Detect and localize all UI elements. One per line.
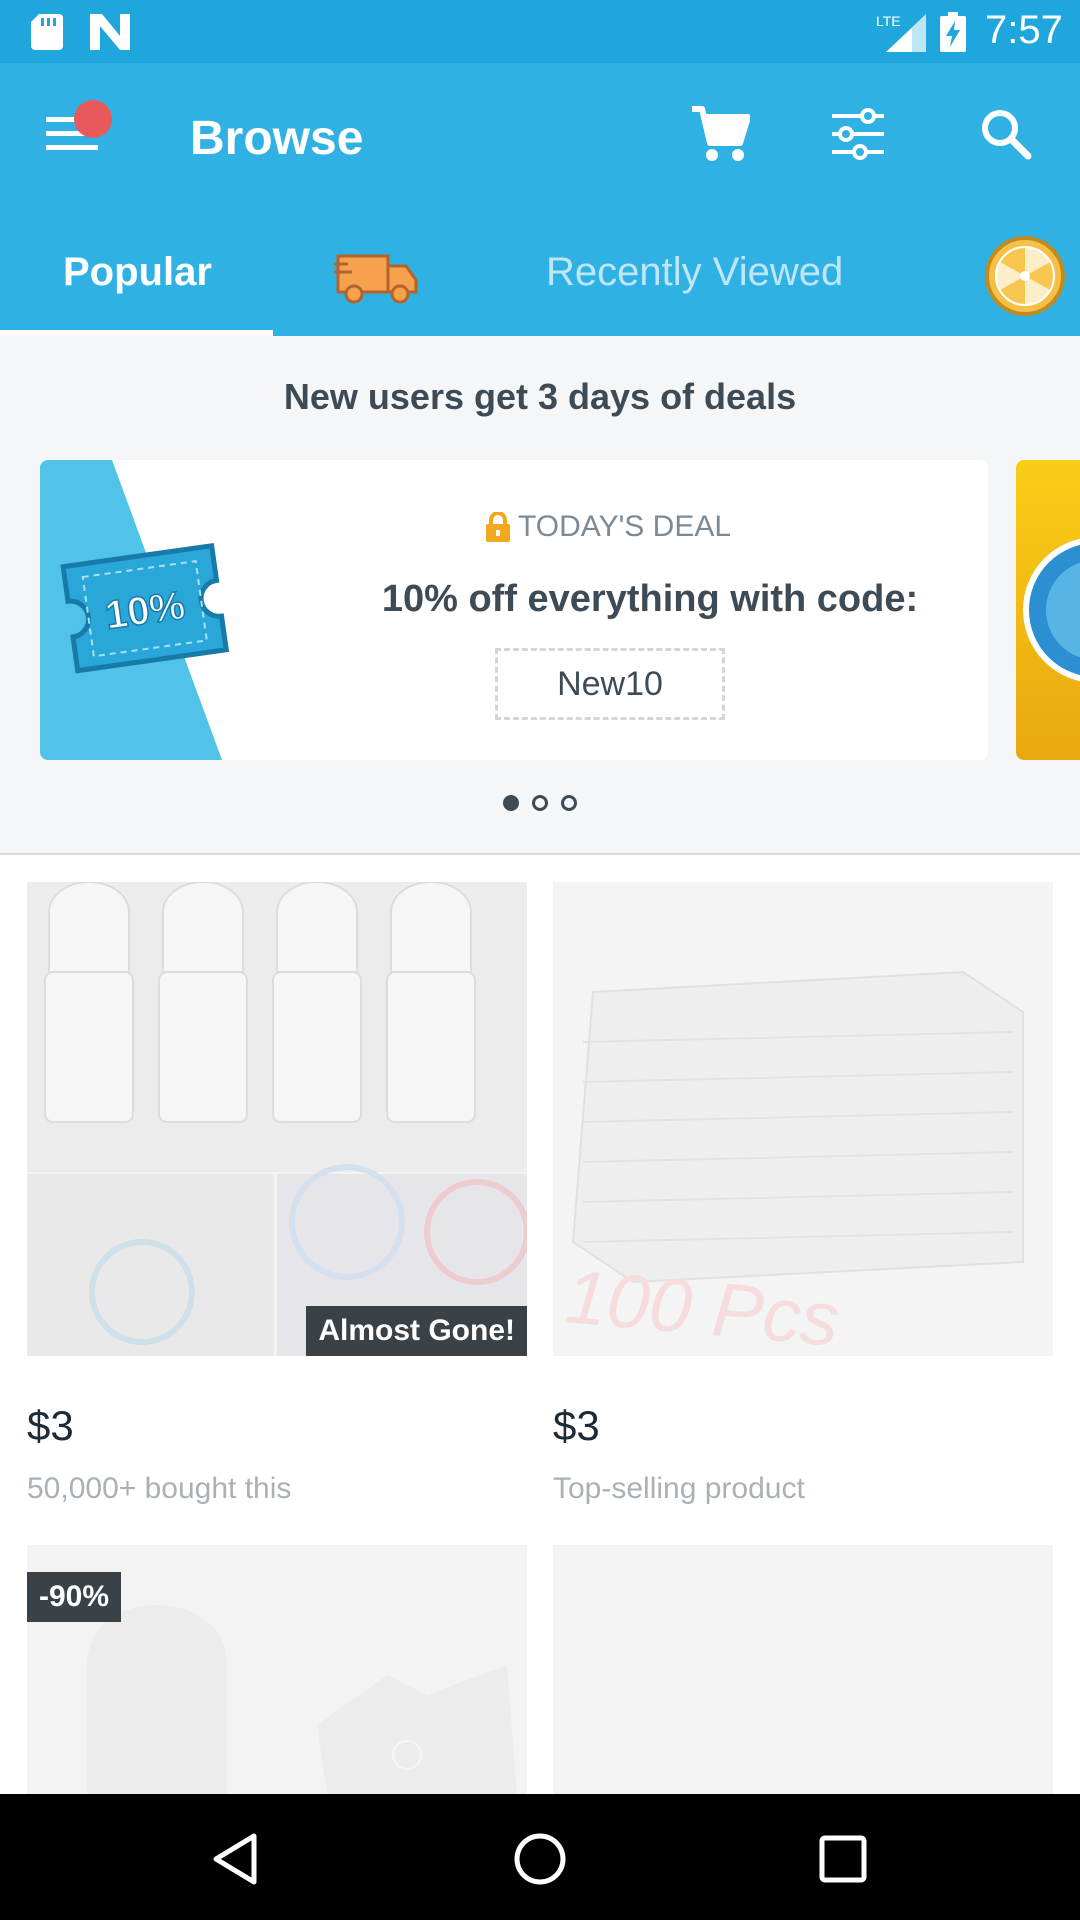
tab-recently-viewed[interactable]: Recently Viewed xyxy=(546,250,843,295)
product-card-2[interactable]: 100 Pcs $3 Top-selling product xyxy=(553,882,1053,1512)
menu-button[interactable] xyxy=(46,100,112,161)
lock-icon xyxy=(486,512,510,542)
product-card-1[interactable]: Almost Gone! $3 50,000+ bought this xyxy=(27,882,527,1512)
deal-description: 10% off everything with code: xyxy=(381,578,919,620)
carousel-dot-1[interactable] xyxy=(503,795,519,811)
system-nav-bar xyxy=(0,1794,1080,1920)
carousel-dot-3[interactable] xyxy=(561,795,577,811)
notification-n-icon xyxy=(90,14,130,50)
app-bar: Browse xyxy=(0,63,1080,210)
discount-badge: -90% xyxy=(27,1572,122,1622)
deal-label-text: TODAY'S DEAL xyxy=(518,510,732,543)
back-icon[interactable] xyxy=(210,1832,260,1886)
promo-code[interactable]: New10 xyxy=(495,648,725,720)
product-subtitle-2: Top-selling product xyxy=(553,1472,805,1505)
filter-sliders-icon xyxy=(832,108,884,160)
battery-charging-icon xyxy=(940,12,966,52)
product-image-4[interactable] xyxy=(553,1545,1053,1795)
next-deal-card[interactable] xyxy=(1016,460,1080,760)
product-image-1[interactable]: Almost Gone! xyxy=(27,882,527,1356)
recents-icon[interactable] xyxy=(818,1832,868,1886)
sd-card-icon xyxy=(31,14,63,50)
deal-label: TODAY'S DEAL xyxy=(486,510,731,544)
home-icon[interactable] xyxy=(513,1832,567,1886)
almost-gone-badge: Almost Gone! xyxy=(306,1306,527,1356)
cart-icon xyxy=(692,106,751,161)
deal-card[interactable]: 10% TODAY'S DEAL 10% off everything with… xyxy=(40,460,988,760)
carousel-dots xyxy=(503,795,577,811)
status-bar: LTE 7:57 xyxy=(0,0,1080,63)
promo-heading: New users get 3 days of deals xyxy=(283,376,797,417)
status-time: 7:57 xyxy=(985,8,1063,52)
active-tab-indicator xyxy=(0,330,273,336)
search-icon xyxy=(982,110,1032,160)
carousel-dot-2[interactable] xyxy=(532,795,548,811)
signal-lte-icon: LTE xyxy=(876,13,926,52)
product-price-1: $3 xyxy=(27,1402,74,1449)
notification-dot xyxy=(74,100,112,138)
product-price-2: $3 xyxy=(553,1402,600,1449)
search-button[interactable] xyxy=(980,108,1032,165)
prize-wheel-icon[interactable] xyxy=(985,236,1065,321)
product-card-4[interactable] xyxy=(553,1545,1053,1795)
product-image-2[interactable]: 100 Pcs xyxy=(553,882,1053,1356)
lte-label: LTE xyxy=(876,13,901,29)
cart-button[interactable] xyxy=(690,105,751,168)
fast-shipping-truck-icon[interactable] xyxy=(334,250,420,311)
page-title: Browse xyxy=(190,112,364,165)
product-image-3[interactable]: -90% xyxy=(27,1545,527,1795)
tab-bar: Popular Recently Viewed xyxy=(0,210,1080,336)
coupon-ticket-icon: 10% xyxy=(40,460,230,760)
product-subtitle-1: 50,000+ bought this xyxy=(27,1472,292,1505)
product-card-3[interactable]: -90% xyxy=(27,1545,527,1795)
tab-popular[interactable]: Popular xyxy=(63,250,212,295)
filter-button[interactable] xyxy=(830,108,886,165)
